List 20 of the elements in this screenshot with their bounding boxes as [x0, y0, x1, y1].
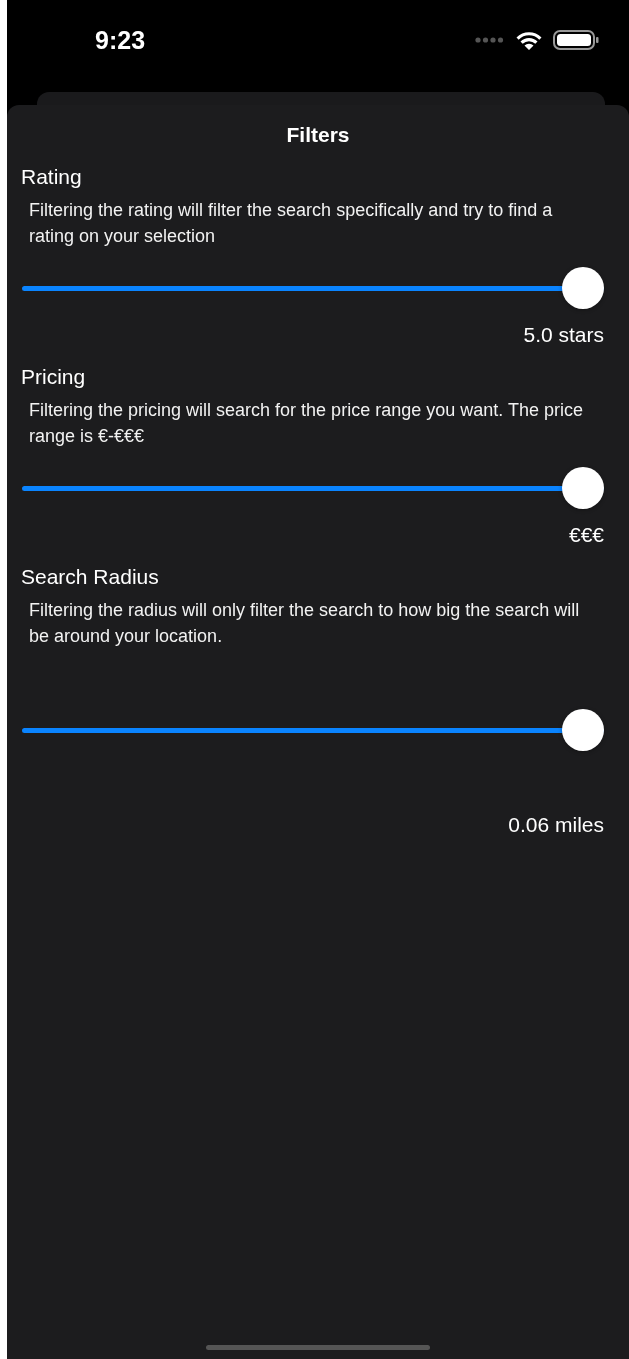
slider-thumb[interactable]: [562, 267, 604, 309]
filter-label: Pricing: [21, 365, 87, 389]
slider[interactable]: [22, 709, 604, 751]
signal-icon: [475, 36, 505, 44]
filter-description: Filtering the pricing will search for the price range you want. The price range is €-€€€: [29, 399, 584, 448]
filter-description: Filtering the rating will filter the search specifically and try to find a rating on your selection: [29, 199, 554, 248]
filter-description: Filtering the radius will only filter the search to how big the search will be around your location.: [29, 599, 581, 648]
slider[interactable]: [22, 267, 604, 309]
filter-label: Search Radius: [21, 565, 160, 589]
wifi-icon: [515, 29, 543, 51]
filter-label: Rating: [21, 165, 83, 189]
slider-value: €€€: [568, 523, 604, 547]
sheet-title: Filters: [285, 123, 351, 147]
slider-thumb[interactable]: [562, 467, 604, 509]
battery-icon: [553, 29, 599, 51]
slider[interactable]: [22, 467, 604, 509]
slider-thumb[interactable]: [562, 709, 604, 751]
slider-value: 0.06 miles: [508, 813, 604, 837]
status-time: 9:23: [95, 25, 146, 55]
slider-value: 5.0 stars: [523, 323, 604, 347]
